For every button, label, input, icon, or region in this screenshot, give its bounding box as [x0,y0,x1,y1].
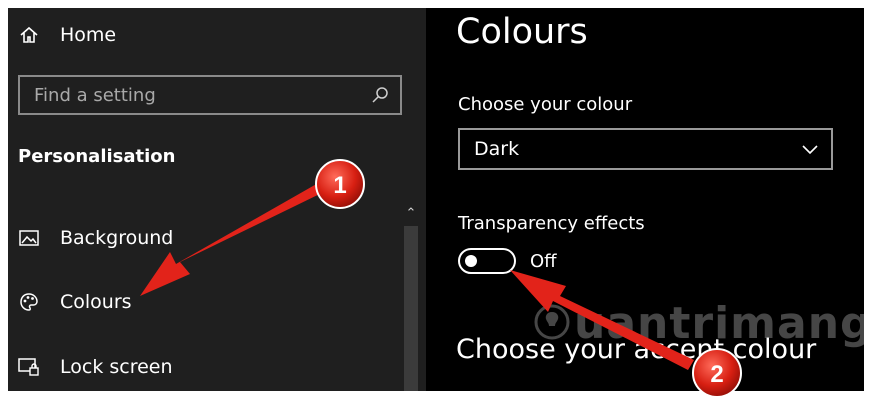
chevron-down-icon [801,140,819,158]
settings-window: Home Personalisation Background Colours [8,8,864,391]
sidebar-item-home[interactable]: Home [18,20,116,50]
search-box[interactable] [18,75,402,115]
toggle-state-text: Off [530,251,557,272]
colour-mode-dropdown[interactable]: Dark [458,128,833,170]
page-title: Colours [456,12,588,52]
sidebar-item-background[interactable]: Background [18,221,173,255]
transparency-label: Transparency effects [458,213,645,234]
toggle-knob [465,255,477,267]
sidebar-item-label: Background [60,227,174,249]
home-icon [18,24,40,46]
content-pane: Colours Choose your colour Dark Transpar… [426,8,864,391]
sidebar-item-label: Lock screen [60,356,173,378]
sidebar-item-home-label: Home [60,24,117,46]
section-title: Personalisation [18,146,176,167]
choose-colour-label: Choose your colour [458,94,633,115]
transparency-toggle[interactable] [458,248,516,274]
search-input[interactable] [20,77,364,113]
sidebar-item-lock-screen[interactable]: Lock screen [18,350,173,384]
watermark-text: uantrimang [574,298,864,349]
lock-screen-icon [18,356,40,378]
sidebar-item-colours[interactable]: Colours [18,285,132,319]
scrollbar[interactable] [404,226,418,391]
scroll-up-icon[interactable]: ⌃ [404,206,418,222]
palette-icon [18,291,40,313]
image-icon [18,227,40,249]
watermark-logo-icon [534,304,570,340]
search-icon[interactable] [370,85,390,105]
sidebar: Home Personalisation Background Colours [8,8,426,391]
dropdown-value: Dark [474,138,520,160]
sidebar-item-label: Colours [60,291,132,313]
